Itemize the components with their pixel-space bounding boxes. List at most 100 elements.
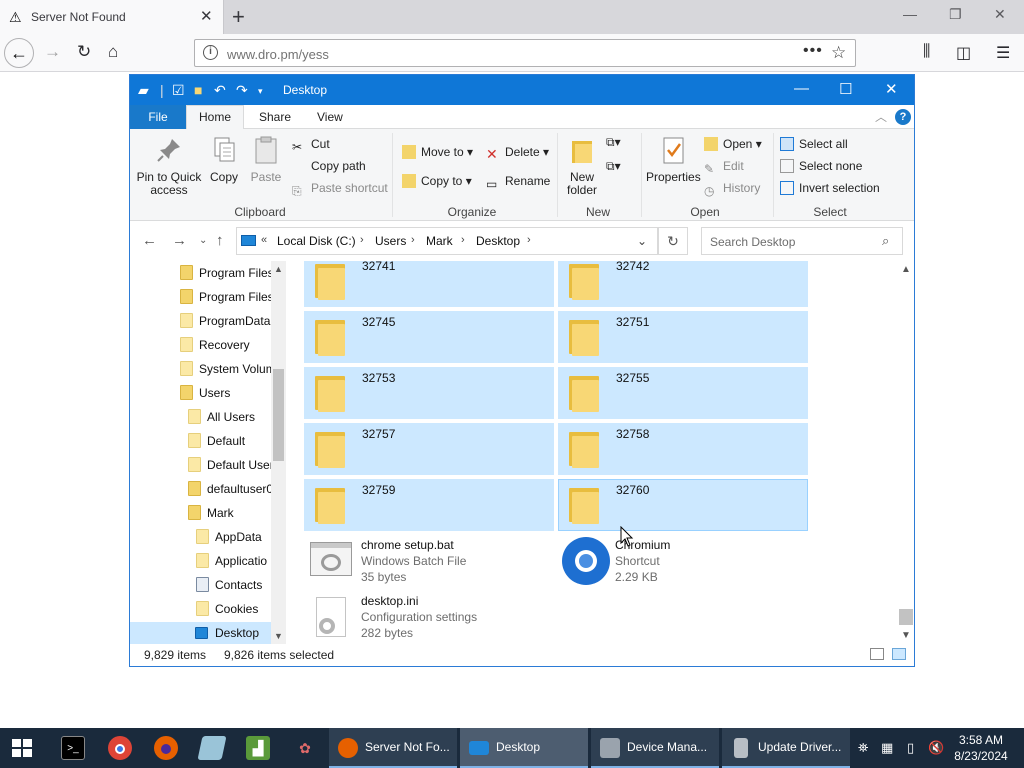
open-button[interactable]: Open ▾ [704,137,762,151]
folder-tile[interactable]: 32753 [304,367,554,419]
folder-tile[interactable]: 32751 [558,311,808,363]
folder-tile[interactable]: 32755 [558,367,808,419]
library-icon[interactable]: ⫼ [923,43,930,61]
new-tab-icon[interactable]: + [232,4,245,30]
back-nav-icon[interactable]: ← [142,232,157,249]
properties-button[interactable]: Properties [646,135,701,184]
easy-access-icon[interactable]: ⧉▾ [606,159,621,174]
nav-item[interactable]: Recovery [180,334,271,356]
scroll-up-icon[interactable]: ▲ [274,264,283,274]
file-tile[interactable]: chrome setup.bat Windows Batch File 35 b… [304,535,554,587]
breadcrumb-desktop[interactable]: Desktop [476,234,520,248]
copy-path-button[interactable]: Copy path [292,159,366,173]
search-field[interactable]: Search Desktop ⌕ [701,227,903,255]
nav-scrollbar[interactable]: ▲ ▼ [271,261,286,644]
folder-tile[interactable]: 32745 [304,311,554,363]
home-icon[interactable]: ⌂ [108,42,118,62]
url-bar[interactable]: i www.dro.pm/yess ••• ☆ [194,39,856,67]
tab-home[interactable]: Home [186,105,244,130]
nav-item[interactable]: Cookies [196,598,271,620]
url-text[interactable]: www.dro.pm/yess [227,47,329,62]
edit-button[interactable]: ✎ Edit [704,159,744,176]
paste-button[interactable]: Paste [248,135,284,184]
page-actions-icon[interactable]: ••• [803,42,823,60]
forward-nav-icon[interactable]: → [172,232,187,249]
breadcrumb-sep-icon[interactable]: › [461,234,465,246]
collapse-ribbon-icon[interactable]: ︿ [875,108,887,125]
explorer-close-icon[interactable]: ✕ [885,80,898,98]
close-tab-icon[interactable]: ✕ [200,7,213,25]
tray-usb-icon[interactable]: ▯ [907,740,914,756]
scroll-down-icon[interactable]: ▼ [901,630,911,641]
address-dropdown-icon[interactable]: ⌄ [637,234,647,248]
clock[interactable]: 3:58 AM 8/23/2024 [948,732,1014,764]
large-icons-view-icon[interactable] [892,648,906,660]
explorer-minimize-icon[interactable]: — [794,80,809,97]
nav-item[interactable]: Program Files [180,262,274,284]
content-scroll-thumb[interactable] [899,609,913,625]
menu-icon[interactable]: ☰ [996,43,1010,63]
folder-tile[interactable]: 32758 [558,423,808,475]
tray-network-icon[interactable]: ⛯ [858,740,868,756]
tab-view[interactable]: View [317,110,343,124]
explorer-maximize-icon[interactable]: ☐ [839,80,852,98]
close-window-icon[interactable]: ✕ [994,6,1006,23]
tab-file[interactable]: File [130,105,186,129]
content-scrollbar[interactable]: ▲ ▼ [898,261,914,644]
nav-item[interactable]: System Volum [180,358,276,380]
cut-button[interactable]: ✂ Cut [292,137,330,154]
copy-button[interactable]: Copy [206,135,242,184]
folder-tile[interactable]: 32760 [558,479,808,531]
nav-scroll-thumb[interactable] [273,369,284,461]
nav-item[interactable]: Default [188,430,271,452]
tab-share[interactable]: Share [259,110,291,124]
nav-item[interactable]: Mark [188,502,271,524]
undo-icon[interactable]: ↶ [214,82,226,99]
move-to-button[interactable]: Move to ▾ [402,145,473,159]
search-icon[interactable]: ⌕ [882,233,889,249]
breadcrumb-sep-icon[interactable]: › [527,234,531,246]
breadcrumb-users[interactable]: Users [375,234,406,248]
breadcrumb-overflow-icon[interactable]: « [261,234,267,246]
paste-shortcut-button[interactable]: ⎘ Paste shortcut [292,181,388,198]
up-nav-icon[interactable]: ↑ [216,232,224,249]
command-prompt-icon[interactable]: >_ [61,736,85,760]
nav-item[interactable]: ProgramData [180,310,271,332]
nav-item[interactable]: Default User [188,454,274,476]
breadcrumb-sep-icon[interactable]: › [411,234,415,246]
nav-item[interactable]: Contacts [196,574,271,596]
firefox-icon[interactable] [154,736,178,760]
file-tile[interactable]: Chromium Shortcut 2.29 KB [558,535,808,587]
properties-qa-icon[interactable]: ☑ [172,82,185,99]
nav-item[interactable]: defaultuser0 [188,478,273,500]
restore-icon[interactable]: ❐ [949,6,962,23]
nav-item[interactable]: AppData [196,526,271,548]
folder-tile[interactable]: 32742 [558,261,808,307]
taskbar-task-device-manager[interactable]: Device Mana... [591,728,719,768]
refresh-button[interactable]: ↻ [658,227,688,255]
minimize-icon[interactable]: — [903,6,917,22]
speaker-muted-icon[interactable]: 🔇 [928,740,944,756]
delete-button[interactable]: ✕ Delete ▾ [486,145,549,162]
sidebar-icon[interactable]: ◫ [956,43,971,63]
new-folder-qa-icon[interactable]: ■ [194,82,202,98]
invert-selection-button[interactable]: Invert selection [780,181,880,195]
folder-tile[interactable]: 32759 [304,479,554,531]
folder-tile[interactable]: 32741 [304,261,554,307]
customize-qa-icon[interactable]: ▾ [258,86,263,97]
rename-button[interactable]: ▭ Rename [486,174,550,191]
history-button[interactable]: ◷ History [704,181,760,198]
details-view-icon[interactable] [870,648,884,660]
copy-to-button[interactable]: Copy to ▾ [402,174,472,188]
nav-item[interactable]: Program Files [180,286,274,308]
task-manager-icon[interactable]: ▟ [246,736,270,760]
back-icon[interactable]: ← [4,38,34,68]
scroll-down-icon[interactable]: ▼ [274,631,283,641]
notepad-icon[interactable] [197,736,227,760]
redo-icon[interactable]: ↷ [236,82,248,99]
recent-locations-icon[interactable]: ⌄ [199,235,207,246]
nav-item[interactable]: Users [180,382,271,404]
breadcrumb-sep-icon[interactable]: › [360,234,364,246]
paint-icon[interactable]: ✿ [293,736,317,760]
select-none-button[interactable]: Select none [780,159,862,173]
